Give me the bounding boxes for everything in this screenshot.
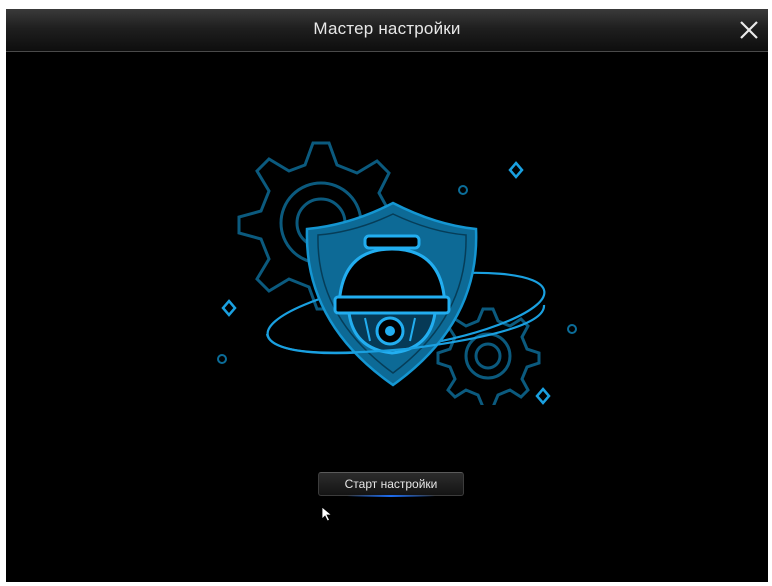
mouse-cursor-icon [321, 506, 333, 522]
setup-wizard-screen: Мастер настройки Старт настройки [6, 9, 768, 582]
title-bar: Мастер настройки [6, 9, 768, 52]
close-button[interactable] [736, 17, 762, 43]
security-camera-shield-icon [217, 141, 577, 405]
button-underline [347, 495, 435, 497]
start-setup-button-label: Старт настройки [344, 477, 438, 491]
start-setup-button[interactable]: Старт настройки [318, 472, 464, 497]
close-icon[interactable] [736, 17, 762, 43]
window-title: Мастер настройки [313, 19, 461, 38]
